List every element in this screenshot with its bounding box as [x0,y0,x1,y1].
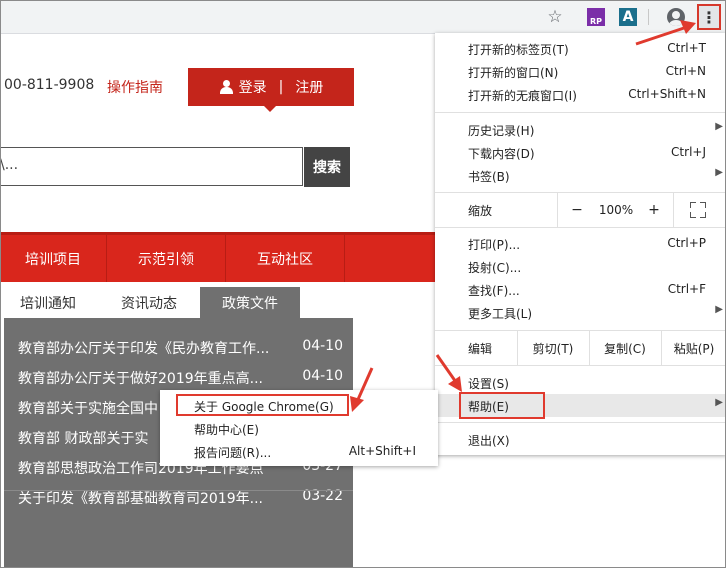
screenshot-border [0,0,726,568]
